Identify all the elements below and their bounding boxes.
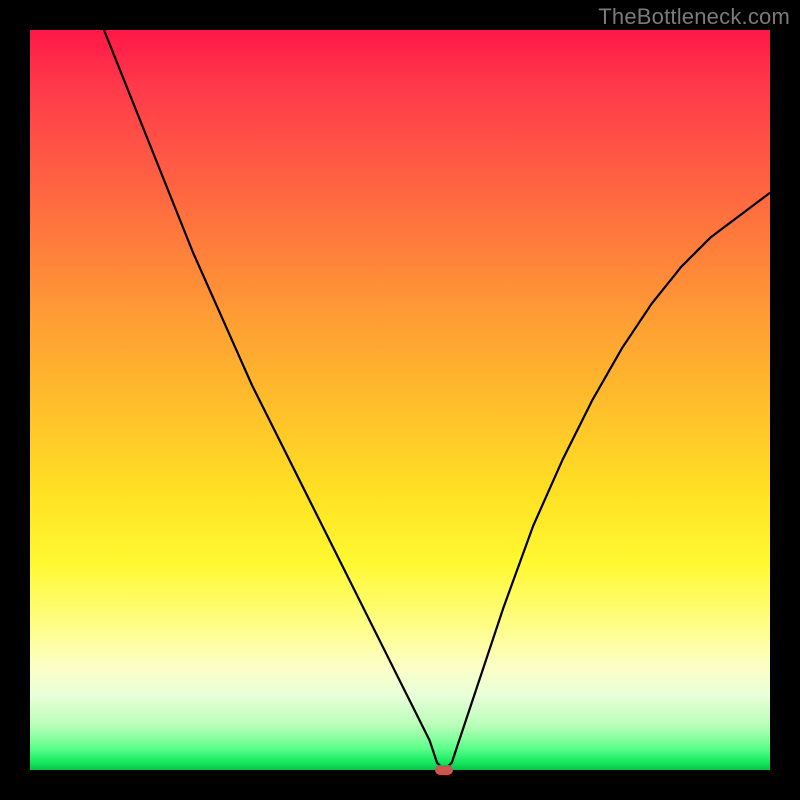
watermark-text: TheBottleneck.com <box>598 4 790 30</box>
curve-path <box>104 30 770 770</box>
chart-frame: TheBottleneck.com <box>0 0 800 800</box>
bottleneck-curve <box>30 30 770 770</box>
optimum-marker <box>435 765 453 775</box>
plot-area <box>30 30 770 770</box>
